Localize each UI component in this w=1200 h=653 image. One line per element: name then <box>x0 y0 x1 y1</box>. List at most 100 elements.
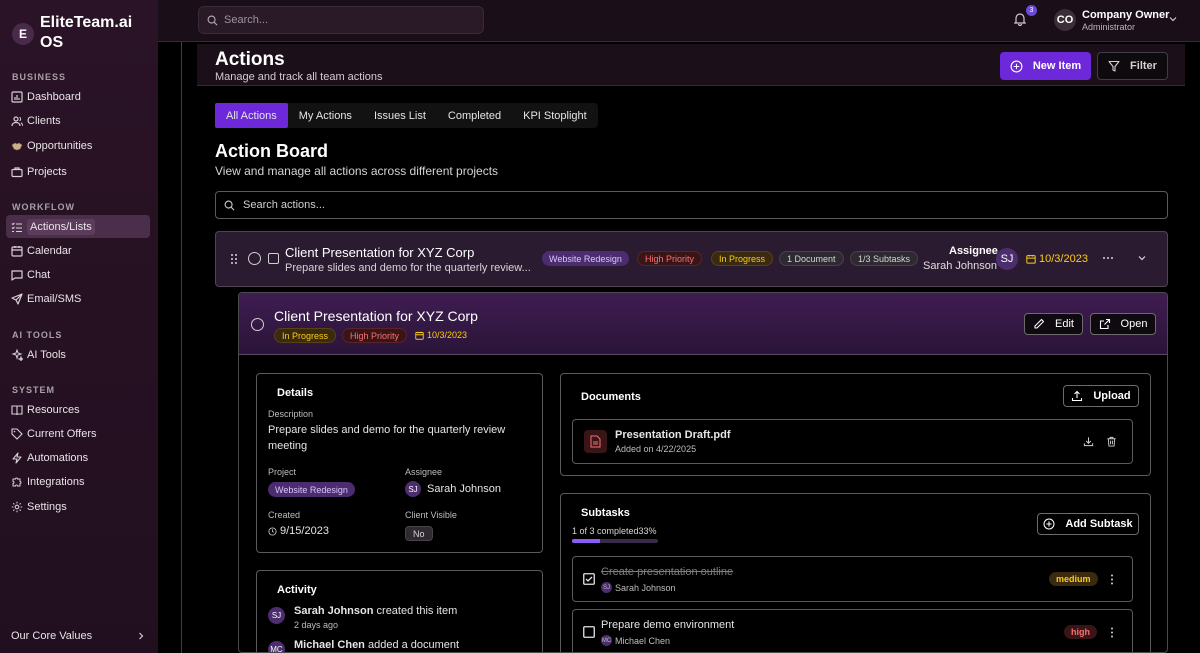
avatar: MC <box>601 635 612 646</box>
subtasks-progress-count: 1 of 3 completed <box>572 526 639 536</box>
sidebar: E EliteTeam.ai OS BUSINESS Dashboard Cli… <box>0 0 158 653</box>
lightning-icon <box>11 451 23 464</box>
edit-label: Edit <box>1055 318 1074 330</box>
project-label: Project <box>268 467 297 477</box>
add-subtask-button[interactable]: Add Subtask <box>1037 513 1139 535</box>
tab-kpi-stoplight[interactable]: KPI Stoplight <box>512 103 598 128</box>
dashboard-icon <box>11 90 23 103</box>
tab-completed[interactable]: Completed <box>437 103 512 128</box>
actions-search-input[interactable]: Search actions... <box>215 191 1168 219</box>
subtask-title: Create presentation outline <box>601 566 734 578</box>
sidebar-item-projects[interactable]: Projects <box>6 160 150 183</box>
sidebar-item-label: Integrations <box>27 475 85 488</box>
sidebar-item-chat[interactable]: Chat <box>6 263 150 286</box>
description-line-1: Prepare slides and demo for the quarterl… <box>268 424 506 436</box>
more-vertical-icon[interactable] <box>1110 627 1114 638</box>
complete-radio[interactable] <box>251 318 264 331</box>
detail-title: Client Presentation for XYZ Corp <box>274 308 478 324</box>
sidebar-item-calendar[interactable]: Calendar <box>6 239 150 262</box>
action-row[interactable]: Client Presentation for XYZ Corp Prepare… <box>215 231 1168 287</box>
chevron-down-icon[interactable] <box>1137 253 1147 263</box>
chevron-down-icon[interactable] <box>1168 14 1178 24</box>
sidebar-item-label: Settings <box>27 500 67 513</box>
filter-button[interactable]: Filter <box>1097 52 1168 80</box>
brand-logo: E <box>12 23 34 45</box>
search-icon <box>207 15 218 26</box>
subtask-item[interactable]: Create presentation outline SJ Sarah Joh… <box>572 556 1133 602</box>
detail-header: Client Presentation for XYZ Corp In Prog… <box>239 293 1167 355</box>
project-tag: Website Redesign <box>542 251 629 266</box>
handshake-icon <box>11 140 23 152</box>
sidebar-item-email[interactable]: Email/SMS <box>6 287 150 310</box>
subtask-item[interactable]: Prepare demo environment MC Michael Chen… <box>572 609 1133 652</box>
details-title: Details <box>277 387 314 399</box>
trash-icon[interactable] <box>1106 436 1117 447</box>
pencil-icon <box>1033 318 1045 330</box>
assignee-name: Sarah Johnson <box>427 483 501 495</box>
avatar[interactable]: CO <box>1054 9 1076 31</box>
bell-icon[interactable] <box>1014 12 1026 26</box>
tab-my-actions[interactable]: My Actions <box>288 103 363 128</box>
core-values-link[interactable]: Our Core Values <box>11 630 146 642</box>
more-options-icon[interactable] <box>1102 252 1114 264</box>
global-search-placeholder: Search... <box>224 14 269 26</box>
sidebar-item-dashboard[interactable]: Dashboard <box>6 85 150 108</box>
calendar-icon <box>415 331 424 340</box>
unchecked-box-icon[interactable] <box>583 626 595 638</box>
board-subtitle: View and manage all actions across diffe… <box>215 164 499 178</box>
documents-title: Documents <box>581 391 641 403</box>
client-visible-label: Client Visible <box>405 510 457 520</box>
upload-label: Upload <box>1093 390 1131 402</box>
open-label: Open <box>1120 318 1148 330</box>
tab-all-actions[interactable]: All Actions <box>215 103 288 128</box>
document-item[interactable]: Presentation Draft.pdf Added on 4/22/202… <box>572 419 1133 464</box>
filter-icon <box>1108 60 1120 72</box>
topbar: Search... 3 CO Company Owner Administrat… <box>158 0 1200 42</box>
complete-radio[interactable] <box>248 252 261 265</box>
clock-icon <box>268 526 277 536</box>
briefcase-icon <box>11 166 23 178</box>
status-tag: In Progress <box>274 328 337 343</box>
tag-icon <box>11 427 23 440</box>
drag-handle-icon[interactable] <box>230 253 238 265</box>
sparkles-icon <box>11 348 23 361</box>
user-name[interactable]: Company Owner <box>1082 9 1169 21</box>
sidebar-item-actions[interactable]: Actions/Lists <box>6 215 150 238</box>
new-item-button[interactable]: New Item <box>1000 52 1091 80</box>
subtasks-progress-pct: 33% <box>638 526 657 536</box>
sidebar-item-offers[interactable]: Current Offers <box>6 422 150 445</box>
sidebar-item-label: Dashboard <box>27 90 81 103</box>
action-title[interactable]: Client Presentation for XYZ Corp <box>285 245 474 260</box>
open-button[interactable]: Open <box>1090 313 1156 335</box>
tab-bar: All Actions My Actions Issues List Compl… <box>215 103 598 128</box>
select-checkbox[interactable] <box>268 253 279 264</box>
gear-icon <box>11 501 23 513</box>
details-card: Details Description Prepare slides and d… <box>256 373 543 553</box>
more-vertical-icon[interactable] <box>1110 574 1114 585</box>
activity-title: Activity <box>277 584 317 596</box>
upload-button[interactable]: Upload <box>1063 385 1139 407</box>
sidebar-item-clients[interactable]: Clients <box>6 109 150 132</box>
sidebar-item-integrations[interactable]: Integrations <box>6 470 150 493</box>
subtask-assignee: SJ Sarah Johnson <box>601 582 676 593</box>
sidebar-item-label: Clients <box>27 114 61 127</box>
tab-issues-list[interactable]: Issues List <box>363 103 437 128</box>
sidebar-item-resources[interactable]: Resources <box>6 398 150 421</box>
subtasks-progress-bar <box>572 539 658 543</box>
checked-box-icon[interactable] <box>583 573 595 585</box>
brand-name: EliteTeam.ai OS <box>40 14 133 51</box>
sidebar-item-ai-tools[interactable]: AI Tools <box>6 343 150 366</box>
plus-circle-icon <box>1043 518 1055 530</box>
sidebar-item-settings[interactable]: Settings <box>6 495 150 518</box>
edit-button[interactable]: Edit <box>1024 313 1083 335</box>
download-icon[interactable] <box>1083 436 1094 447</box>
action-description: Prepare slides and demo for the quarterl… <box>285 262 531 274</box>
brand[interactable]: E EliteTeam.ai OS <box>12 13 140 53</box>
subtask-assignee: MC Michael Chen <box>601 635 670 646</box>
sidebar-item-label: Current Offers <box>27 427 97 440</box>
global-search-input[interactable]: Search... <box>198 6 484 34</box>
upload-icon <box>1071 390 1083 402</box>
sidebar-item-opportunities[interactable]: Opportunities <box>6 134 150 157</box>
calendar-icon <box>1026 254 1036 264</box>
sidebar-item-automations[interactable]: Automations <box>6 446 150 469</box>
